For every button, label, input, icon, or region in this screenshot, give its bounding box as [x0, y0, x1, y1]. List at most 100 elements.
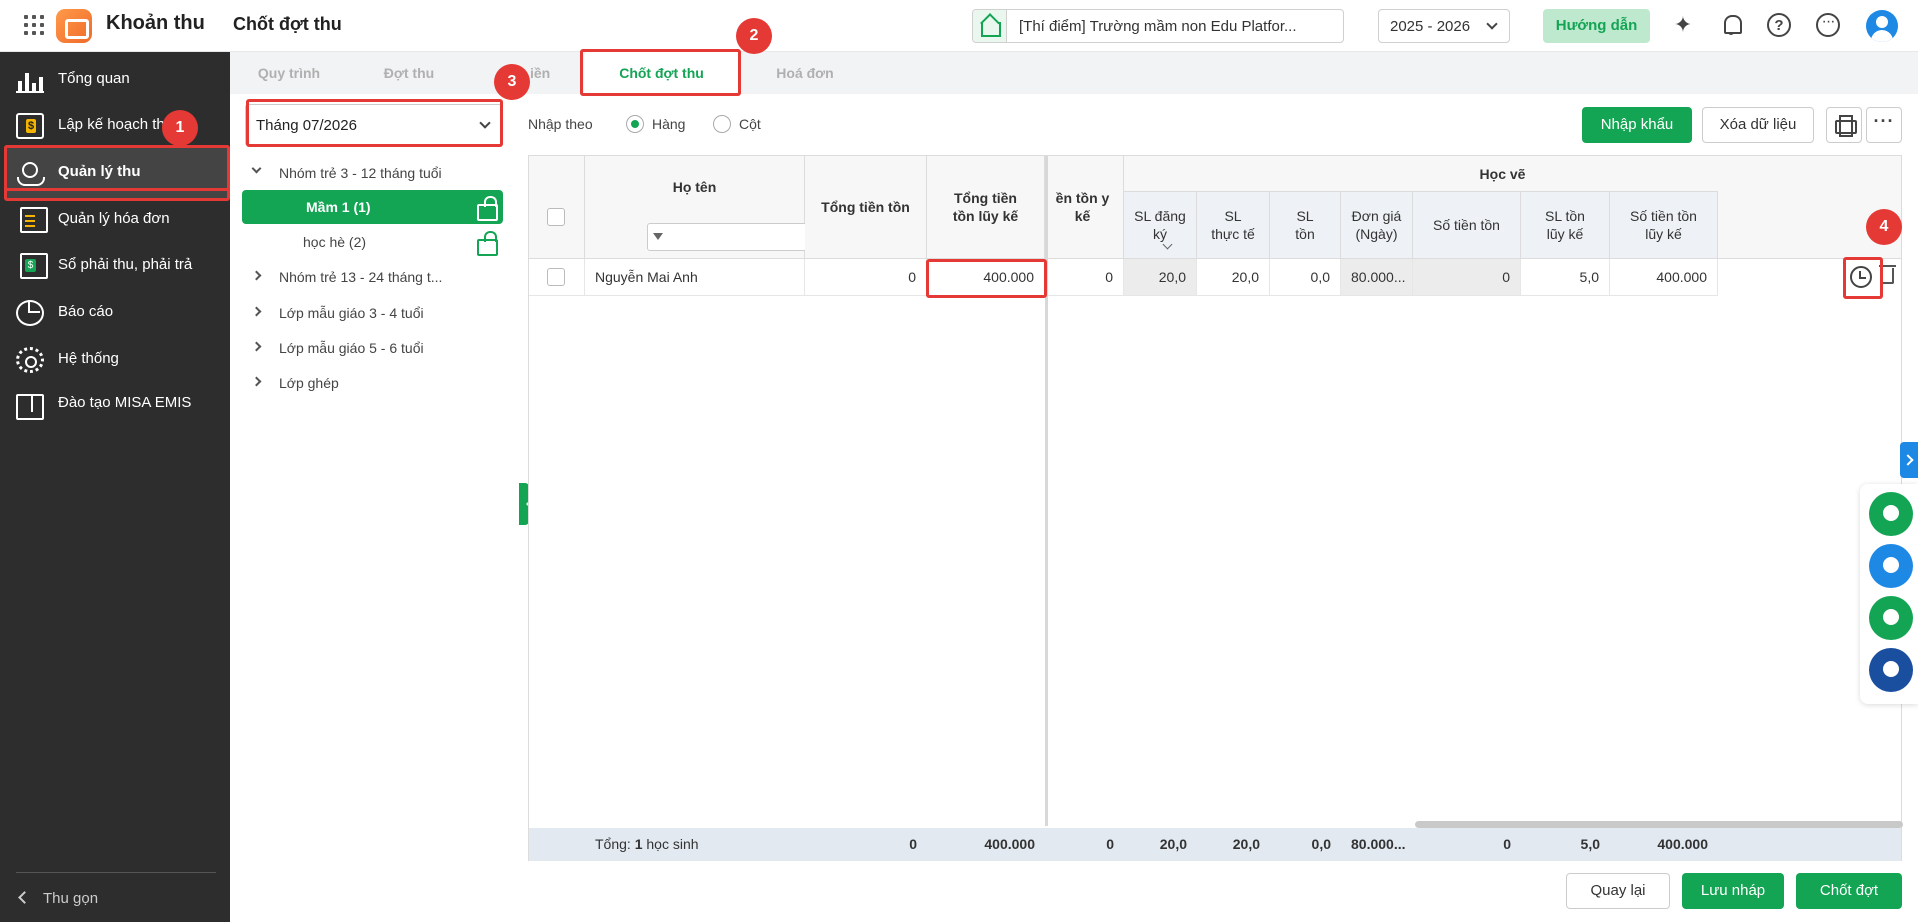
header-accum-partial: ền tồn y kế [1048, 156, 1124, 259]
tree-group-kindergarten-3-4[interactable]: Lớp mẫu giáo 3 - 4 tuổi [245, 296, 503, 330]
total-sl-registered: 20,0 [1159, 836, 1187, 852]
import-button[interactable]: Nhập khẩu [1582, 107, 1692, 143]
sidebar-item-label: Sổ phải thu, phải trả [58, 256, 193, 273]
step-badge: 4 [1866, 209, 1902, 245]
select-all-checkbox[interactable] [547, 208, 565, 226]
tree-group-toddler[interactable]: Nhóm trẻ 13 - 24 tháng t... [245, 260, 503, 294]
top-bar: Khoản thu Chốt đợt thu [Thí điểm] Trường… [0, 0, 1918, 52]
tab-invoice[interactable]: Hoá đơn [750, 52, 860, 94]
tree-class-summer[interactable]: học hè (2) [245, 225, 503, 259]
header-name-label: Họ tên [672, 179, 717, 195]
totals-prefix: Tổng: [595, 836, 631, 852]
sidebar-item-label: Lập kế hoạch thu [58, 116, 174, 133]
floating-toolbar [1860, 484, 1918, 704]
horizontal-scrollbar[interactable] [1415, 821, 1903, 828]
tree-class-mam1[interactable]: Mầm 1 (1) [242, 190, 503, 224]
sidebar-item-label: Quản lý hóa đơn [58, 210, 170, 227]
lightbulb-icon[interactable] [1869, 492, 1913, 536]
filter-icon [653, 233, 663, 240]
tab-process[interactable]: Quy trình [234, 52, 344, 94]
total-balance-amount: 0 [1503, 836, 1511, 852]
guide-button[interactable]: Hướng dẫn [1543, 9, 1650, 43]
header-sl-registered: SL đăng ký [1124, 192, 1197, 259]
collapse-sidebar-button[interactable]: Thu gọn [18, 890, 99, 907]
help-icon[interactable]: ? [1767, 13, 1791, 37]
ai-sparkle-icon[interactable]: ✦ [1670, 12, 1696, 38]
total-sl-actual: 20,0 [1232, 836, 1260, 852]
radio-column[interactable]: Cột [713, 115, 761, 133]
tree-group-combined[interactable]: Lớp ghép [245, 366, 503, 400]
row-checkbox[interactable] [547, 268, 565, 286]
chevron-down-icon [1486, 18, 1498, 30]
side-panel-toggle[interactable] [1900, 442, 1918, 478]
brand-logo [56, 9, 92, 43]
highlight-box [4, 145, 230, 191]
cell-balance-amount: 0 [1413, 259, 1521, 296]
radio-row-label: Hàng [652, 116, 686, 132]
sidebar-item-label: Tổng quan [58, 70, 130, 87]
app-grid-icon[interactable] [24, 13, 46, 35]
cell-sl-balance[interactable]: 0,0 [1270, 259, 1341, 296]
chevron-right-icon[interactable] [251, 306, 262, 317]
chevron-right-icon[interactable] [251, 376, 262, 387]
avatar[interactable] [1866, 10, 1898, 42]
cell-name: Nguyễn Mai Anh [585, 259, 805, 296]
bell-icon[interactable] [1719, 12, 1745, 38]
data-grid: Họ tên Tổng tiền tồn Tổng tiền tồn lũy k… [528, 155, 1903, 861]
tree-group-infant[interactable]: Nhóm trẻ 3 - 12 tháng tuổi [245, 156, 503, 190]
tab-collection-batch[interactable]: Đợt thu [354, 52, 464, 94]
header-amount-accum: Số tiền tồn lũy kế [1610, 192, 1718, 259]
cell-sl-accum[interactable]: 5,0 [1521, 259, 1610, 296]
more-actions-icon[interactable]: ··· [1866, 107, 1902, 143]
tree-label: Mầm 1 (1) [306, 199, 371, 215]
chevron-left-icon [18, 891, 31, 904]
bar-chart-icon [16, 67, 44, 93]
chat-bot-icon[interactable] [1869, 596, 1913, 640]
unlock-icon[interactable] [477, 196, 498, 221]
select-all-header [529, 156, 585, 259]
assistant-robot-icon[interactable] [1869, 648, 1913, 692]
tree-group-kindergarten-5-6[interactable]: Lớp mẫu giáo 5 - 6 tuổi [245, 331, 503, 365]
row-select-cell [529, 259, 585, 296]
back-button[interactable]: Quay lại [1566, 873, 1670, 909]
close-batch-button[interactable]: Chốt đợt [1796, 873, 1902, 909]
cell-amount-accum[interactable]: 400.000 [1610, 259, 1718, 296]
megaphone-icon[interactable] [1869, 544, 1913, 588]
sidebar-item-label: Đào tạo MISA EMIS [58, 394, 192, 411]
more-options-icon[interactable]: ··· [1816, 13, 1840, 37]
divider [16, 872, 216, 873]
sidebar-item-label: Hệ thống [58, 350, 119, 367]
header-name: Họ tên [585, 156, 851, 259]
highlight-box [1843, 257, 1883, 299]
tree-label: học hè (2) [303, 234, 367, 250]
chevron-right-icon[interactable] [251, 270, 262, 281]
radio-column-label: Cột [739, 116, 761, 132]
header-sl-accum: SL tồn lũy kế [1521, 192, 1610, 259]
total-accum-partial: 0 [1106, 836, 1114, 852]
gear-icon [16, 347, 44, 373]
school-year-select[interactable]: 2025 - 2026 [1378, 9, 1510, 43]
totals-suffix: học sinh [646, 836, 699, 852]
totals-count: 1 [634, 836, 643, 852]
invoice-icon [20, 207, 48, 233]
chevron-right-icon[interactable] [251, 341, 262, 352]
sidebar-item-label: Báo cáo [58, 303, 114, 320]
sidebar-item-training[interactable]: Đào tạo MISA EMIS [4, 376, 230, 432]
save-draft-button[interactable]: Lưu nháp [1682, 873, 1784, 909]
chevron-down-icon[interactable] [251, 163, 262, 174]
cell-unit-price: 80.000... [1341, 259, 1413, 296]
highlight-box [926, 259, 1047, 298]
highlight-box [246, 99, 503, 147]
radio-row[interactable]: Hàng [626, 115, 686, 133]
unlock-icon[interactable] [477, 231, 498, 256]
input-by-label: Nhập theo [528, 116, 593, 132]
print-icon[interactable] [1826, 107, 1862, 143]
cell-total-balance[interactable]: 0 [805, 259, 927, 296]
header-total-balance: Tổng tiền tồn [805, 156, 927, 259]
cell-sl-actual[interactable]: 20,0 [1197, 259, 1270, 296]
school-selector[interactable]: [Thí điểm] Trường mầm non Edu Platfor... [972, 9, 1344, 43]
collapse-label: Thu gọn [43, 890, 99, 907]
total-sl-accum: 5,0 [1580, 836, 1600, 852]
clear-data-button[interactable]: Xóa dữ liệu [1702, 107, 1814, 143]
cell-accum-partial[interactable]: 0 [1048, 259, 1124, 296]
